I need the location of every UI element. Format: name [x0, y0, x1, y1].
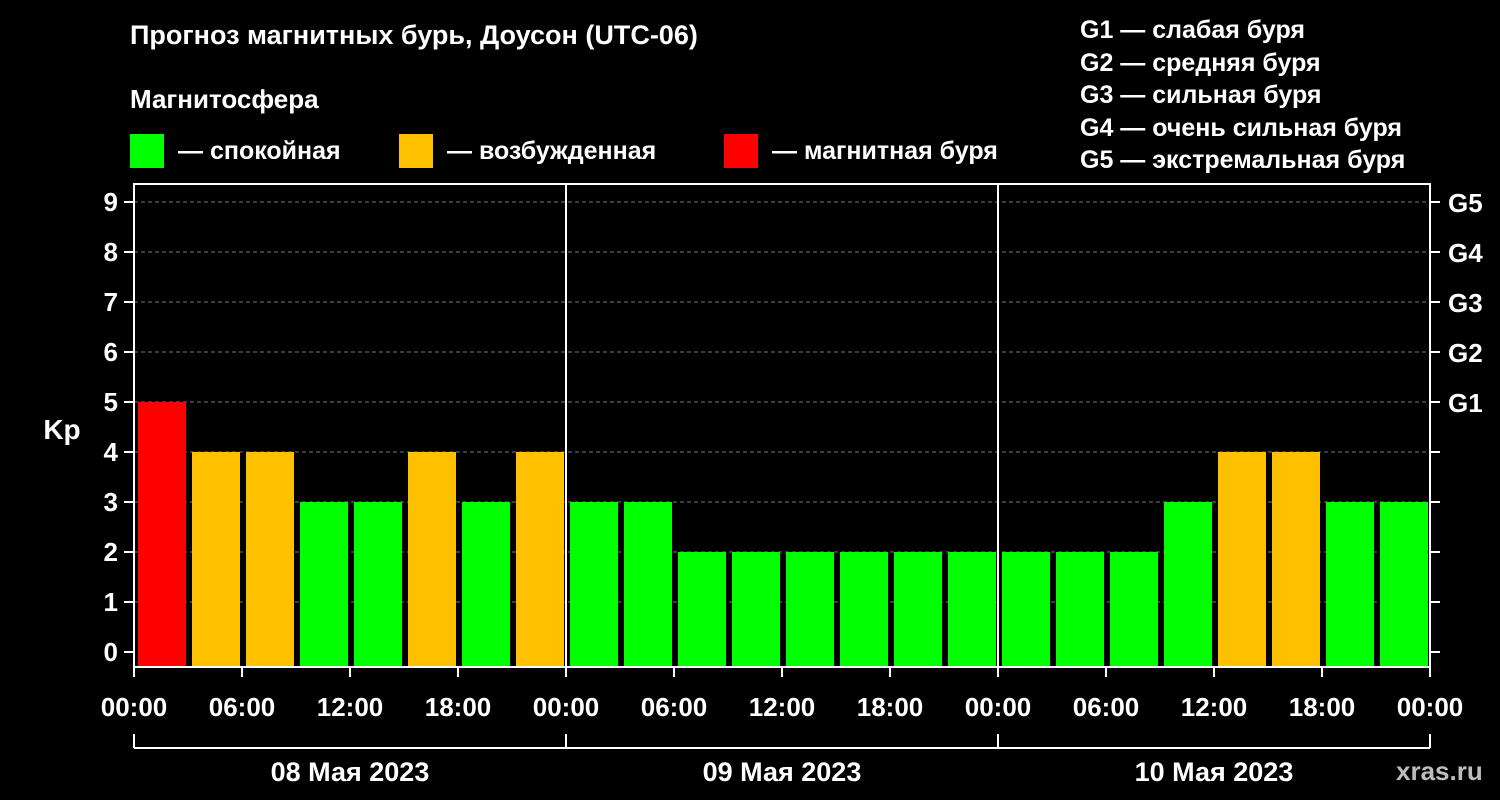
kp-bar	[732, 552, 780, 667]
y-tick-label: 5	[104, 387, 118, 417]
x-tick-label: 18:00	[425, 692, 492, 722]
kp-bar	[192, 452, 240, 667]
day-label: 08 Мая 2023	[271, 757, 430, 787]
bars	[138, 402, 1428, 667]
kp-bar	[1002, 552, 1050, 667]
y-axis-label: Kp	[43, 414, 80, 445]
x-tick-label: 12:00	[317, 692, 384, 722]
y-tick-label: 6	[104, 337, 118, 367]
x-tick-label: 06:00	[1073, 692, 1140, 722]
kp-bar	[624, 502, 672, 667]
x-tick-label: 00:00	[1397, 692, 1464, 722]
x-tick-label: 00:00	[533, 692, 600, 722]
x-tick-label: 06:00	[641, 692, 708, 722]
kp-bar	[840, 552, 888, 667]
kp-bar	[1056, 552, 1104, 667]
kp-bar	[948, 552, 996, 667]
y-tick-label: 7	[104, 287, 118, 317]
x-tick-label: 00:00	[965, 692, 1032, 722]
x-tick-label: 18:00	[1289, 692, 1356, 722]
kp-bar	[570, 502, 618, 667]
storm-level-label: G1	[1448, 388, 1483, 418]
kp-bar	[354, 502, 402, 667]
watermark: xras.ru	[1396, 756, 1483, 786]
y-tick-label: 0	[104, 637, 118, 667]
kp-bar	[300, 502, 348, 667]
storm-level-label: G2	[1448, 338, 1483, 368]
kp-bar	[462, 502, 510, 667]
kp-bar	[516, 452, 564, 667]
x-tick-label: 00:00	[101, 692, 168, 722]
kp-bar	[408, 452, 456, 667]
day-label: 09 Мая 2023	[703, 757, 862, 787]
storm-level-label: G3	[1448, 288, 1483, 318]
kp-bar	[1326, 502, 1374, 667]
y-tick-label: 4	[104, 437, 119, 467]
kp-bar	[894, 552, 942, 667]
x-tick-label: 06:00	[209, 692, 276, 722]
y-tick-label: 1	[104, 587, 118, 617]
storm-level-label: G4	[1448, 238, 1483, 268]
kp-bar	[1110, 552, 1158, 667]
kp-bar	[1272, 452, 1320, 667]
storm-level-label: G5	[1448, 188, 1483, 218]
kp-bar	[138, 402, 186, 667]
kp-bar	[1218, 452, 1266, 667]
day-label: 10 Мая 2023	[1135, 757, 1294, 787]
kp-bar	[1380, 502, 1428, 667]
y-tick-label: 8	[104, 237, 118, 267]
x-tick-label: 12:00	[1181, 692, 1248, 722]
y-tick-label: 9	[104, 187, 118, 217]
kp-bar-chart: 0 1 2 3 4 5 6 7 8 9 G1 G2 G3 G4 G5 00:00 06:00 12:00 18:00…	[43, 183, 1483, 787]
y-tick-label: 3	[104, 487, 118, 517]
kp-bar	[246, 452, 294, 667]
kp-bar	[786, 552, 834, 667]
y-tick-label: 2	[104, 537, 118, 567]
kp-bar	[1164, 502, 1212, 667]
x-tick-label: 18:00	[857, 692, 924, 722]
x-tick-label: 12:00	[749, 692, 816, 722]
kp-bar	[678, 552, 726, 667]
